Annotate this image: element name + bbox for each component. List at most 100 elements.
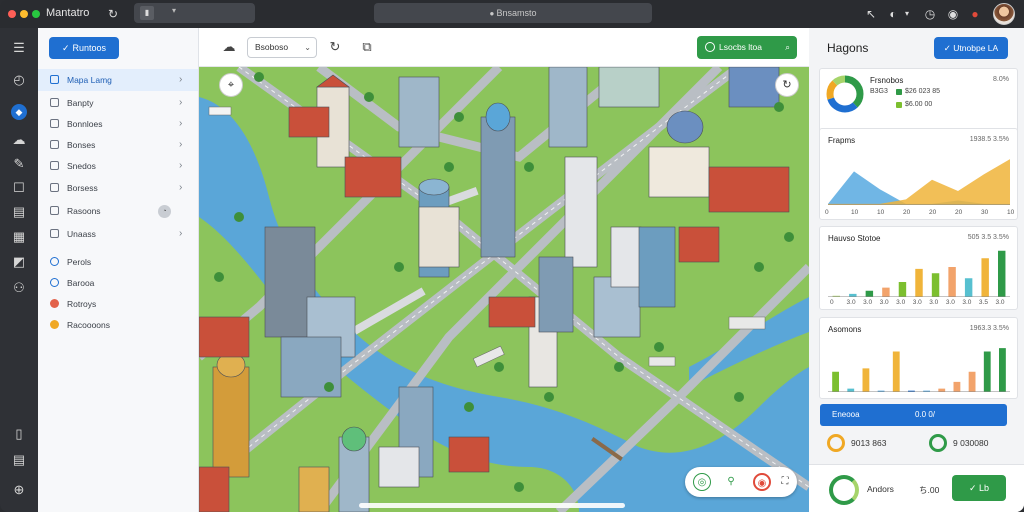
sidebar-item-0[interactable]: Mapa Lamg › [38, 69, 198, 91]
card-title: Hauvso Stotoe [828, 234, 881, 243]
sidebar-item-label: Borsess [67, 183, 98, 193]
footer-label: Andors [867, 484, 894, 494]
progress-bar[interactable]: Eneooa 0.0 0/ [820, 404, 1007, 426]
bar [892, 351, 900, 392]
address-bar[interactable]: ● Bnsamsto [374, 3, 652, 23]
chart-icon[interactable]: ◩ [11, 254, 27, 270]
sidebar-item-label: Unaass [67, 229, 96, 239]
maximize-window-button[interactable] [32, 10, 40, 18]
chevron-right-icon: › [179, 182, 183, 193]
card-title: Asomons [828, 325, 862, 334]
x-tick-label: 3.0 [896, 299, 906, 306]
green-action-button[interactable]: Lsocbs ltoa ⌕ [697, 36, 797, 59]
area-chart [828, 159, 1010, 205]
people-icon[interactable]: ⚇ [11, 280, 27, 296]
legend-swatch [896, 102, 902, 108]
document-icon[interactable]: ▤ [11, 204, 27, 220]
gear-icon [50, 320, 59, 329]
notification-icon[interactable]: ● [966, 5, 984, 23]
bar [998, 250, 1006, 297]
chevron-right-icon: › [179, 74, 183, 85]
sidebar-extra-item-3[interactable]: Racoooons [38, 314, 198, 336]
bar-chart [828, 348, 1010, 392]
title-bar: Mantatro ↻ ▮ ▾ ● Bnsamsto ↖ ◐ ▾ ◷ ◉ ● [0, 0, 1024, 28]
layers-icon[interactable]: ◎ [693, 473, 711, 491]
cursor-icon[interactable]: ↖ [862, 5, 880, 23]
footer-button[interactable]: ✓ Lb [952, 475, 1006, 501]
sidebar-item-5[interactable]: Borsess › [38, 177, 198, 199]
city-map[interactable]: ⌖ ↻ ◎ ⚲ ◉ ⛶ [199, 67, 809, 512]
x-tick-label: 3.0 [846, 299, 856, 306]
horizontal-scrollbar[interactable] [359, 503, 625, 508]
map-illustration [199, 67, 809, 512]
map-icon[interactable]: ◆ [11, 104, 27, 120]
record-icon[interactable]: ◉ [944, 5, 962, 23]
refresh-icon[interactable]: ↻ [775, 73, 799, 97]
sidebar-item-label: Bonses [67, 140, 96, 150]
sidebar-extra-item-1[interactable]: Barooa [38, 272, 198, 294]
chevron-right-icon: › [179, 139, 183, 150]
fullscreen-icon[interactable]: ⛶ [776, 473, 794, 491]
avatar[interactable] [993, 3, 1015, 25]
chevron-down-icon: ⌄ [304, 43, 311, 52]
coin-icon [827, 434, 845, 452]
bar [832, 371, 839, 392]
square-icon[interactable]: ☐ [11, 180, 27, 196]
sidebar-item-2[interactable]: Bonnloes › [38, 113, 198, 135]
sync-icon[interactable]: ◐ [884, 5, 902, 23]
timer-icon[interactable]: ◷ [921, 5, 939, 23]
sidebar-item-label: Snedos [67, 161, 96, 171]
record-icon[interactable]: ◉ [753, 473, 771, 491]
x-tick-label: 10 [851, 209, 859, 216]
sidebar-item-label: Mapa Lamg [67, 75, 112, 85]
tab-selector[interactable]: ▮ ▾ [134, 3, 255, 23]
sidebar-item-label: Rotroys [67, 299, 97, 309]
sidebar: ✓ Runtoos Mapa Lamg › Banpty › Bonnloes ›… [38, 28, 199, 512]
legend-label: $6.00 00 [905, 101, 933, 108]
layer-select[interactable]: Bsoboso ⌄ [247, 37, 317, 58]
chevron-right-icon: › [179, 97, 183, 108]
chevron-down-icon[interactable]: ▾ [902, 5, 912, 23]
x-tick-label: 3.0 [879, 299, 889, 306]
lock-icon: ● [489, 9, 497, 18]
chevron-right-icon: › [179, 160, 183, 171]
check-icon: ✓ [943, 43, 954, 53]
leaf-icon [929, 434, 947, 452]
bar [948, 267, 956, 297]
sidebar-item-6[interactable]: Rasoons ◔ [38, 200, 198, 222]
close-window-button[interactable] [8, 10, 16, 18]
location-pin-icon[interactable]: ⌖ [219, 73, 243, 97]
minimize-window-button[interactable] [20, 10, 28, 18]
runtoos-button[interactable]: ✓ Runtoos [49, 37, 119, 59]
list-icon[interactable]: ▤ [11, 452, 27, 468]
stat-value: 9 030080 [953, 438, 989, 448]
menu-icon[interactable]: ☰ [11, 40, 27, 56]
globe-icon[interactable]: ⊕ [11, 482, 27, 498]
pin-icon[interactable]: ⚲ [722, 473, 740, 491]
refresh-icon[interactable]: ↻ [104, 5, 122, 23]
pen-icon[interactable]: ✎ [11, 156, 27, 172]
panel-action-button[interactable]: ✓ Utnobpe LA [934, 37, 1008, 59]
calendar-icon[interactable]: ▦ [11, 229, 27, 245]
x-tick-label: 3.0 [929, 299, 939, 306]
share-icon[interactable]: ⧉ [359, 39, 375, 55]
panel-title: Hagons [827, 41, 869, 55]
bar-chart-card: Asomons 1963.3 3.5% [819, 317, 1018, 399]
cloud-icon[interactable]: ☁ [11, 132, 27, 148]
sidebar-item-1[interactable]: Banpty › [38, 92, 198, 114]
file-icon[interactable]: ▯ [11, 426, 27, 442]
sidebar-item-label: Racoooons [67, 320, 111, 330]
check-icon: ✓ [968, 483, 980, 493]
card-value: 8.0% [993, 76, 1009, 83]
sidebar-extra-item-2[interactable]: Rotroys [38, 293, 198, 315]
sidebar-item-3[interactable]: Bonses › [38, 134, 198, 156]
bar [964, 278, 973, 297]
sidebar-item-7[interactable]: Unaass › [38, 223, 198, 245]
rotate-icon[interactable]: ↻ [327, 39, 343, 55]
sidebar-item-4[interactable]: Snedos › [38, 155, 198, 177]
clock-icon[interactable]: ◴ [11, 72, 27, 88]
cloud-icon[interactable]: ☁ [221, 39, 237, 55]
progress-ring-icon [829, 475, 859, 505]
chevron-right-icon: › [179, 228, 183, 239]
sidebar-extra-item-0[interactable]: Perols [38, 251, 198, 273]
